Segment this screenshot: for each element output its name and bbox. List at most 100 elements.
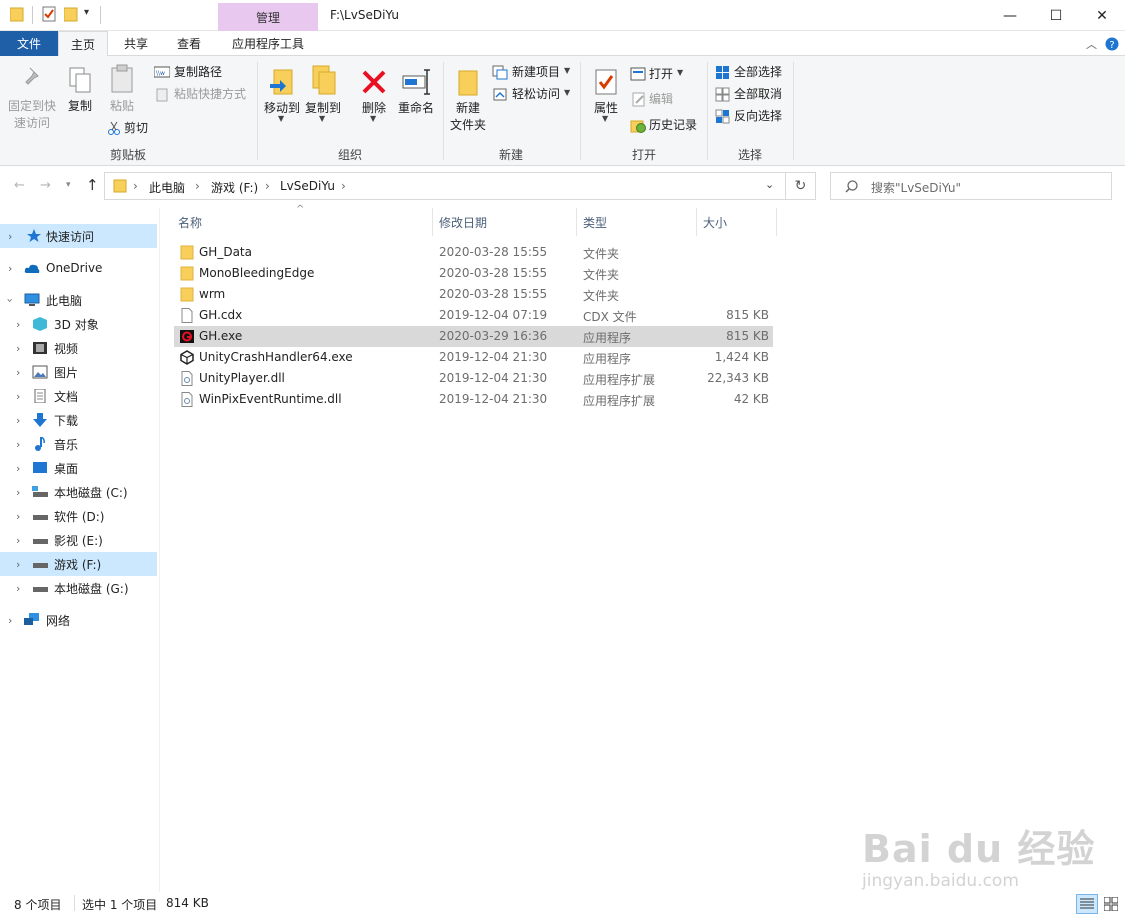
chevron-right-icon[interactable]: › xyxy=(8,230,12,243)
breadcrumb-folder[interactable]: LvSeDiYu xyxy=(280,179,335,193)
nav-drive-d[interactable]: › 软件 (D:) xyxy=(0,504,157,528)
up-icon[interactable]: ↑ xyxy=(86,176,99,194)
new-folder-button[interactable]: 新建 文件夹 xyxy=(446,60,490,140)
rename-button[interactable]: 重命名 xyxy=(394,60,438,120)
breadcrumb-drive-f[interactable]: 游戏 (F:) xyxy=(211,179,258,196)
file-row[interactable]: MonoBleedingEdge 2020-03-28 15:55 文件夹 xyxy=(174,263,773,284)
properties-icon[interactable] xyxy=(42,6,56,22)
open-icon xyxy=(630,67,646,81)
column-header-modified[interactable]: 修改日期 xyxy=(439,214,487,231)
move-to-button[interactable]: 移动到 ▼ xyxy=(262,60,302,140)
nav-pictures[interactable]: › 图片 xyxy=(0,360,157,384)
file-row[interactable]: WinPixEventRuntime.dll 2019-12-04 21:30 … xyxy=(174,389,773,410)
new-folder-icon[interactable] xyxy=(64,6,78,22)
nav-onedrive[interactable]: › OneDrive xyxy=(0,256,157,280)
chevron-right-icon[interactable]: › xyxy=(16,342,20,355)
column-divider[interactable] xyxy=(696,208,697,236)
nav-drive-f[interactable]: › 游戏 (F:) xyxy=(0,552,157,576)
chevron-right-icon[interactable]: › xyxy=(16,558,20,571)
nav-drive-g[interactable]: › 本地磁盘 (G:) xyxy=(0,576,157,600)
chevron-right-icon[interactable]: › xyxy=(16,462,20,475)
help-icon[interactable]: ? xyxy=(1105,37,1119,51)
chevron-right-icon[interactable]: › xyxy=(16,510,20,523)
chevron-right-icon[interactable]: › xyxy=(16,534,20,547)
paste-shortcut-icon xyxy=(156,88,168,102)
nav-drive-e[interactable]: › 影视 (E:) xyxy=(0,528,157,552)
file-row[interactable]: UnityPlayer.dll 2019-12-04 21:30 应用程序扩展 … xyxy=(174,368,773,389)
chevron-down-icon[interactable]: › xyxy=(4,298,17,302)
history-button[interactable]: 历史记录 xyxy=(630,117,704,135)
nav-quick-access[interactable]: › 快速访问 xyxy=(0,224,157,248)
paste-shortcut-button[interactable]: 粘贴快捷方式 xyxy=(154,86,254,104)
tab-home[interactable]: 主页 xyxy=(58,31,108,57)
paste-button[interactable]: 粘贴 xyxy=(102,60,142,120)
customize-quick-access-icon[interactable]: ▾ xyxy=(84,7,89,18)
file-row[interactable]: GH.exe 2020-03-29 16:36 应用程序 815 KB xyxy=(174,326,773,347)
contextual-tab-manage[interactable]: 管理 xyxy=(218,3,318,31)
details-view-button[interactable] xyxy=(1076,894,1098,914)
file-row[interactable]: GH_Data 2020-03-28 15:55 文件夹 xyxy=(174,242,773,263)
chevron-right-icon[interactable]: › xyxy=(16,318,20,331)
easy-access-button[interactable]: 轻松访问 ▼ xyxy=(492,86,578,104)
copy-path-button[interactable]: \\w 复制路径 xyxy=(154,64,254,82)
cut-button[interactable]: 剪切 xyxy=(106,120,156,138)
file-row[interactable]: wrm 2020-03-28 15:55 文件夹 xyxy=(174,284,773,305)
column-header-name[interactable]: 名称 xyxy=(178,214,202,231)
maximize-button[interactable]: ☐ xyxy=(1033,0,1079,31)
nav-label: 本地磁盘 (G:) xyxy=(54,581,129,596)
properties-button[interactable]: 属性 ▼ xyxy=(586,60,626,140)
close-button[interactable]: ✕ xyxy=(1079,0,1125,31)
minimize-button[interactable]: — xyxy=(987,0,1033,31)
back-icon[interactable]: ← xyxy=(14,178,25,193)
nav-documents[interactable]: › 文档 xyxy=(0,384,157,408)
chevron-right-icon[interactable]: › xyxy=(16,390,20,403)
nav-3d-objects[interactable]: › 3D 对象 xyxy=(0,312,157,336)
refresh-button[interactable]: ↻ xyxy=(786,172,816,200)
chevron-right-icon[interactable]: › xyxy=(8,614,12,627)
recent-locations-icon[interactable]: ▾ xyxy=(66,180,71,190)
copy-to-button[interactable]: 复制到 ▼ xyxy=(303,60,343,140)
delete-button[interactable]: 删除 ▼ xyxy=(354,60,394,140)
chevron-right-icon[interactable]: › xyxy=(16,438,20,451)
address-bar[interactable]: › 此电脑 › 游戏 (F:) › LvSeDiYu › ⌄ xyxy=(104,172,786,200)
nav-downloads[interactable]: › 下载 xyxy=(0,408,157,432)
tab-file[interactable]: 文件 xyxy=(0,31,58,56)
nav-drive-c[interactable]: › 本地磁盘 (C:) xyxy=(0,480,157,504)
new-item-button[interactable]: 新建项目 ▼ xyxy=(492,64,578,82)
pin-to-quick-access-button[interactable]: 固定到快 速访问 xyxy=(6,60,58,136)
copy-button[interactable]: 复制 xyxy=(62,60,98,120)
file-row[interactable]: GH.cdx 2019-12-04 07:19 CDX 文件 815 KB xyxy=(174,305,773,326)
nav-this-pc[interactable]: › 此电脑 xyxy=(0,288,157,312)
address-dropdown-icon[interactable]: ⌄ xyxy=(765,178,774,191)
column-header-size[interactable]: 大小 xyxy=(703,214,727,231)
nav-videos[interactable]: › 视频 xyxy=(0,336,157,360)
open-label: 打开 xyxy=(649,67,674,81)
chevron-right-icon[interactable]: › xyxy=(8,262,12,275)
nav-desktop[interactable]: › 桌面 xyxy=(0,456,157,480)
collapse-ribbon-icon[interactable]: ︿ xyxy=(1086,36,1097,52)
column-divider[interactable] xyxy=(432,208,433,236)
tab-view[interactable]: 查看 xyxy=(164,31,214,56)
breadcrumb-this-pc[interactable]: 此电脑 xyxy=(149,179,185,196)
search-box[interactable]: 搜索"LvSeDiYu" xyxy=(830,172,1112,200)
chevron-right-icon[interactable]: › xyxy=(16,486,20,499)
tab-app-tools[interactable]: 应用程序工具 xyxy=(218,31,318,56)
column-divider[interactable] xyxy=(576,208,577,236)
file-type: CDX 文件 xyxy=(583,310,637,324)
file-row[interactable]: UnityCrashHandler64.exe 2019-12-04 21:30… xyxy=(174,347,773,368)
edit-button[interactable]: 编辑 xyxy=(630,91,704,109)
select-none-button[interactable]: 全部取消 xyxy=(715,86,789,104)
nav-music[interactable]: › 音乐 xyxy=(0,432,157,456)
column-divider[interactable] xyxy=(776,208,777,236)
nav-network[interactable]: › 网络 xyxy=(0,608,157,632)
column-header-type[interactable]: 类型 xyxy=(583,214,607,231)
select-all-button[interactable]: 全部选择 xyxy=(715,64,789,82)
tab-share[interactable]: 共享 xyxy=(112,31,160,56)
chevron-right-icon[interactable]: › xyxy=(16,582,20,595)
open-button[interactable]: 打开 ▼ xyxy=(630,66,704,84)
forward-icon[interactable]: → xyxy=(40,178,51,193)
invert-selection-button[interactable]: 反向选择 xyxy=(715,108,789,126)
large-icons-view-button[interactable] xyxy=(1100,894,1122,914)
chevron-right-icon[interactable]: › xyxy=(16,414,20,427)
chevron-right-icon[interactable]: › xyxy=(16,366,20,379)
